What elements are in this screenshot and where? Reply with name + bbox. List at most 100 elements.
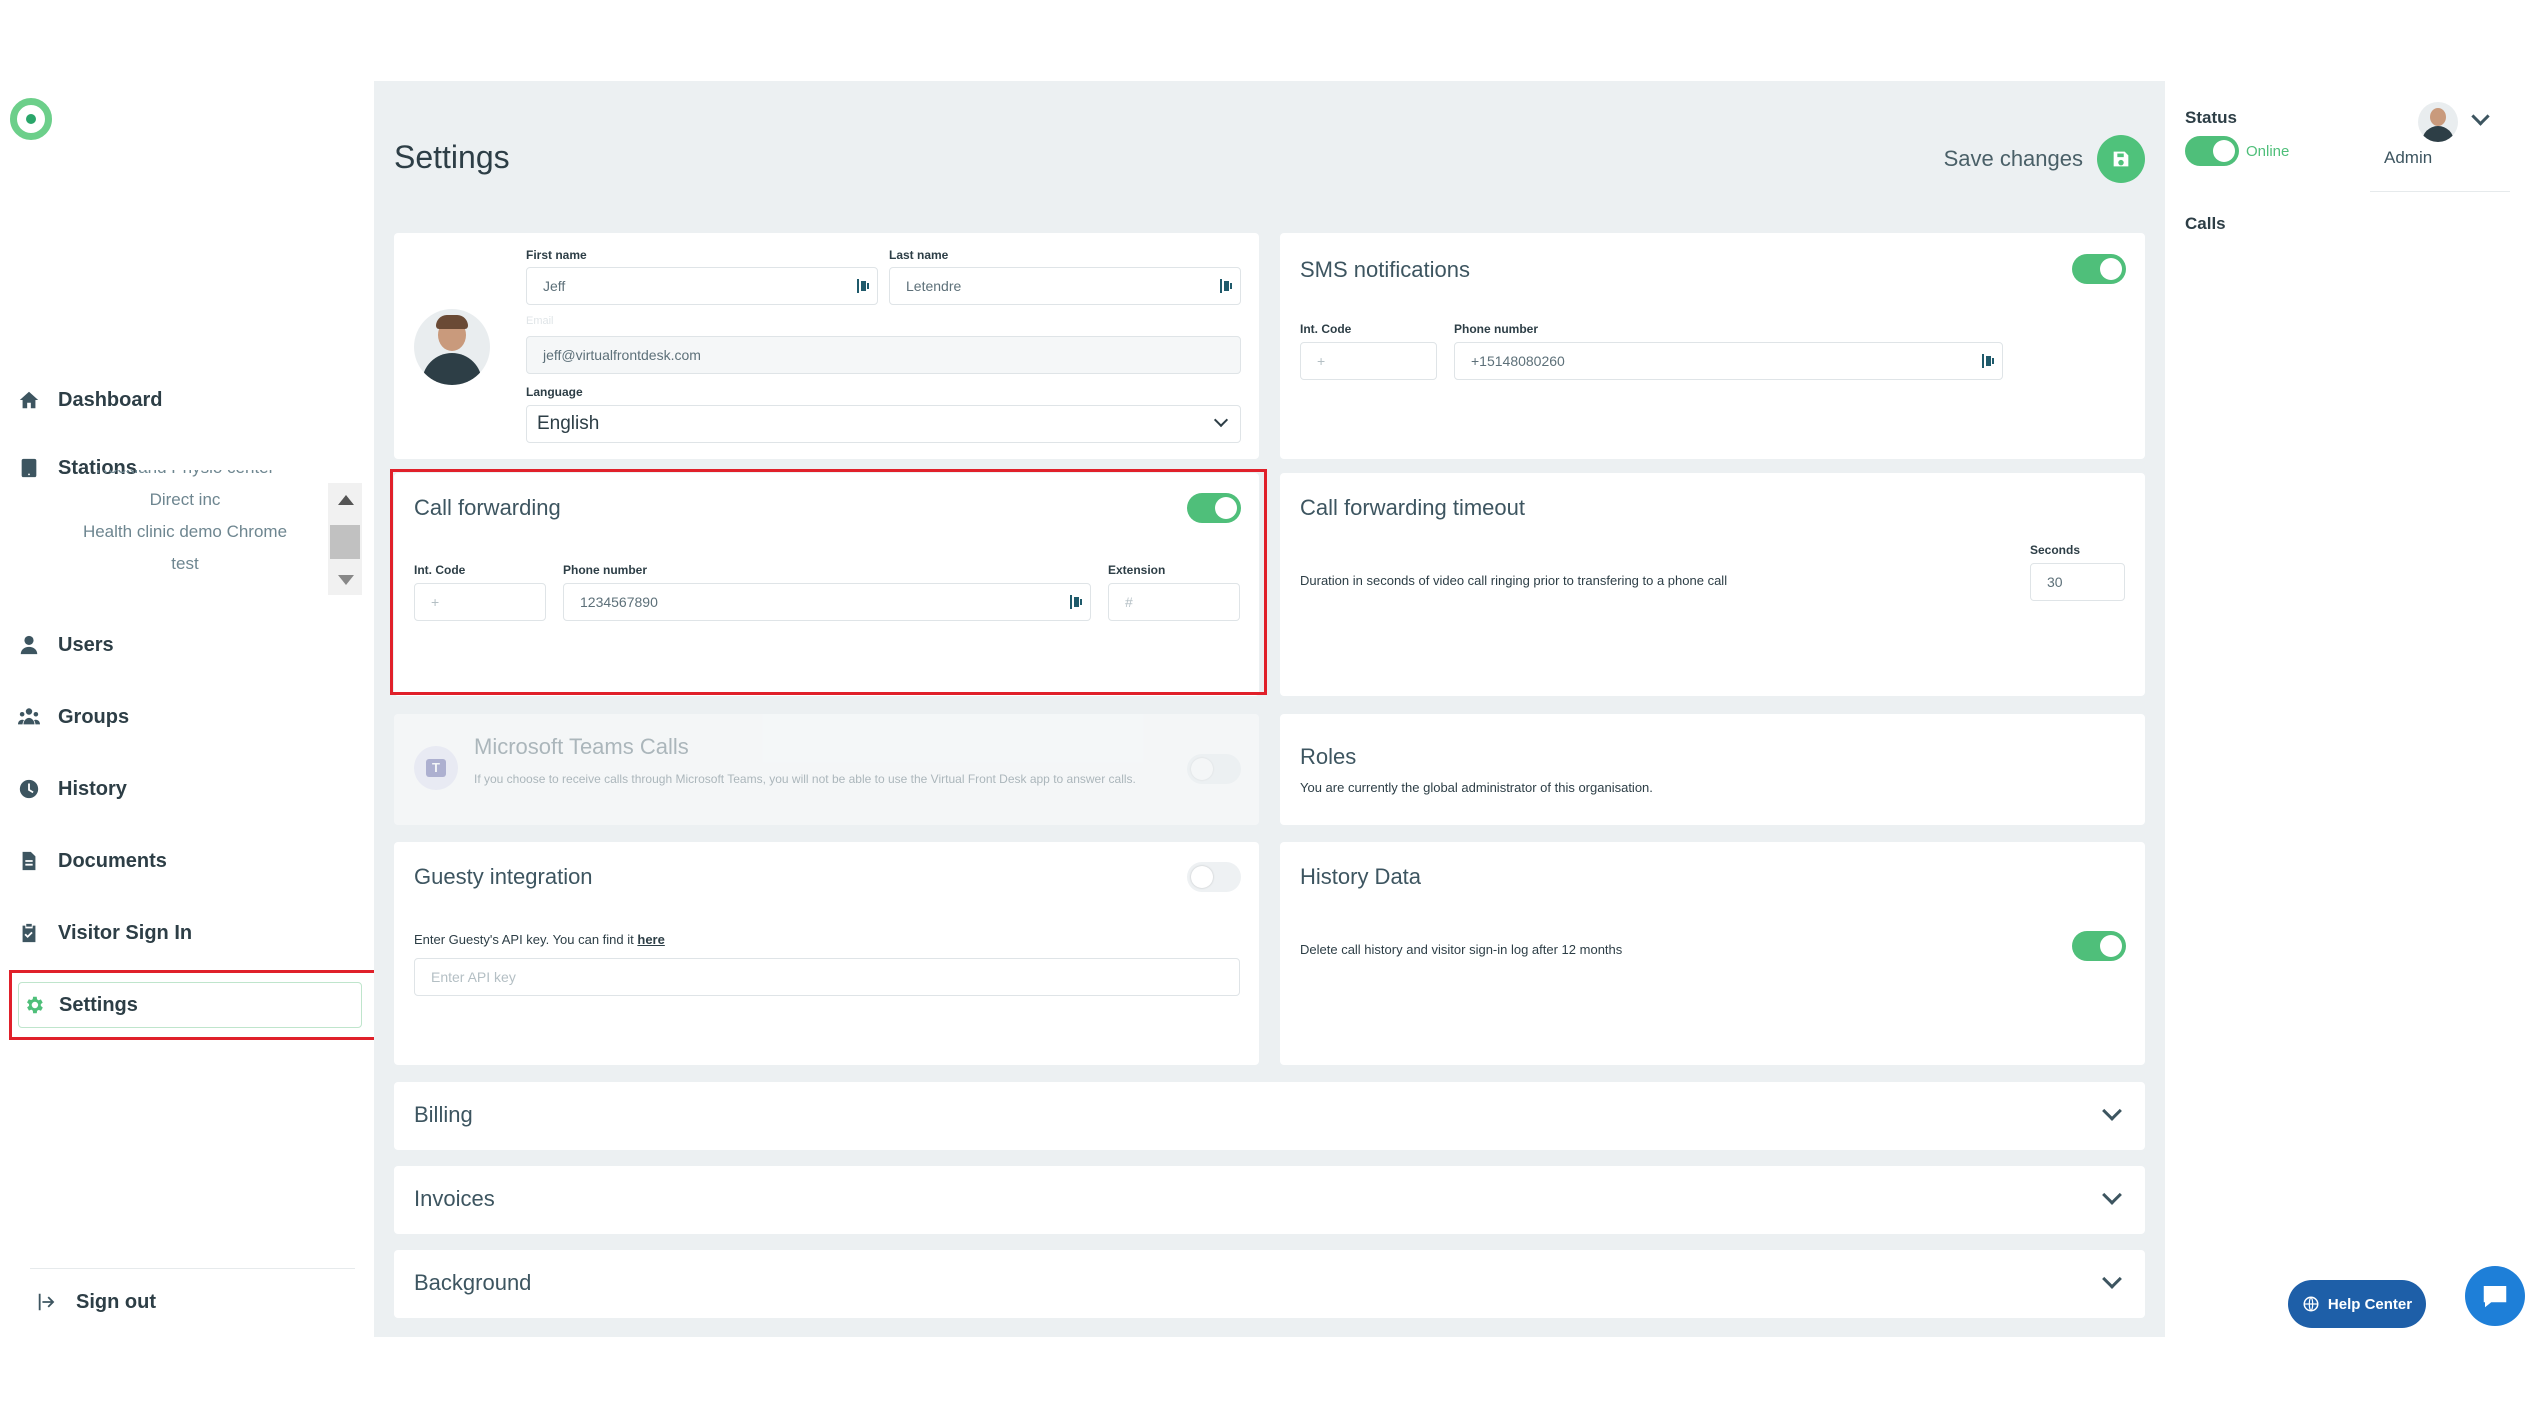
invoices-title: Invoices [414,1186,495,1211]
sidebar-item-label: Dashboard [58,388,163,411]
scroll-down-icon[interactable] [338,575,354,585]
sms-title: SMS notifications [1300,257,1470,282]
help-center-label: Help Center [2327,1295,2413,1313]
sidebar-item-visitor-sign-in[interactable]: Visitor Sign In [18,913,192,953]
background-section[interactable]: Background [394,1250,2145,1318]
seconds-label: Seconds [2030,543,2081,557]
app-logo-icon[interactable] [10,98,52,140]
teams-toggle[interactable] [1187,754,1241,784]
clipboard-check-icon [18,922,40,944]
guesty-here-link[interactable]: here [637,932,664,947]
status-online: Online [2246,143,2290,160]
email-label: Email [526,315,554,327]
guesty-toggle[interactable] [1187,862,1241,892]
station-item[interactable]: Direct inc [30,484,340,516]
sms-phone-value: +15148080260 [1471,353,1565,369]
sidebar-item-label: History [58,777,127,800]
chat-button[interactable] [2465,1266,2525,1326]
email-input[interactable]: jeff@virtualfrontdesk.com [526,336,1241,374]
help-center-button[interactable]: Help Center [2288,1280,2426,1328]
teams-description: If you choose to receive calls through M… [474,772,1136,786]
language-select[interactable]: English [526,405,1241,443]
divider [2370,191,2510,192]
save-label: Save changes [1943,146,2083,171]
last-name-label: Last name [889,248,949,262]
call-forwarding-highlight-box [390,469,1267,695]
chevron-down-icon [2102,1185,2122,1205]
first-name-label: First name [526,248,587,262]
avatar [414,309,490,385]
stations-scrollbar[interactable] [328,483,362,595]
guesty-api-key-placeholder: Enter API key [431,969,516,985]
guesty-title: Guesty integration [414,864,593,889]
invoices-section[interactable]: Invoices [394,1166,2145,1234]
history-data-title: History Data [1300,864,1422,889]
chevron-down-icon [2102,1269,2122,1289]
sidebar: Dashboard Stations Rockland Physio cente… [0,0,380,1417]
user-avatar[interactable] [2418,102,2458,142]
background-title: Background [414,1270,532,1295]
station-item[interactable]: Health clinic demo Chrome [30,516,340,548]
teams-icon: T [414,746,458,790]
station-item[interactable]: test [30,548,340,580]
sidebar-item-users[interactable]: Users [18,625,114,665]
globe-icon [2303,1296,2319,1312]
history-data-toggle[interactable] [2072,931,2126,961]
chevron-down-icon [2102,1101,2122,1121]
chat-bubble-icon [2483,1286,2507,1308]
email-value: jeff@virtualfrontdesk.com [543,347,701,363]
sidebar-item-groups[interactable]: Groups [18,697,129,737]
last-name-input[interactable]: Letendre [889,267,1241,305]
status-toggle[interactable] [2185,136,2239,166]
sidebar-item-label: Groups [58,705,130,728]
language-label: Language [526,385,583,399]
guesty-description: Enter Guesty's API key. You can find it … [414,932,665,947]
document-icon [18,850,40,872]
timeout-title: Call forwarding timeout [1300,495,1525,520]
stations-list: Rockland Physio center Direct inc Health… [30,470,340,595]
chevron-down-icon[interactable] [2471,107,2490,126]
profile-card: First name Jeff Last name Letendre Email… [394,233,1259,459]
contact-card-icon [1220,279,1232,293]
settings-highlight-box [9,970,380,1040]
sign-out-button[interactable]: Sign out [36,1282,156,1322]
sidebar-item-history[interactable]: History [18,769,127,809]
billing-section[interactable]: Billing [394,1082,2145,1150]
contact-card-icon [857,279,869,293]
contact-card-icon [1982,354,1994,368]
group-icon [18,706,40,728]
sms-phone-input[interactable]: +15148080260 [1454,342,2003,380]
sms-toggle[interactable] [2072,254,2126,284]
sms-phone-label: Phone number [1454,322,1539,336]
first-name-value: Jeff [543,278,566,294]
clock-icon [18,778,40,800]
first-name-input[interactable]: Jeff [526,267,878,305]
save-changes-button[interactable]: Save changes [1944,135,2145,183]
calls-label: Calls [2185,214,2226,233]
last-name-value: Letendre [906,278,962,294]
roles-title: Roles [1300,744,1357,769]
sign-out-label: Sign out [76,1290,156,1313]
sidebar-item-documents[interactable]: Documents [18,841,167,881]
page-title: Settings [394,139,510,175]
sign-out-icon [36,1291,58,1313]
billing-title: Billing [414,1102,473,1127]
sidebar-item-label: Documents [58,849,167,872]
status-label: Status [2185,108,2237,127]
teams-title: Microsoft Teams Calls [474,734,689,759]
guesty-api-key-input[interactable]: Enter API key [414,958,1240,996]
sms-int-code-input[interactable]: + [1300,342,1437,380]
chevron-down-icon [1213,412,1229,428]
sidebar-item-dashboard[interactable]: Dashboard [18,380,162,420]
history-data-description: Delete call history and visitor sign-in … [1300,942,1623,957]
scroll-up-icon[interactable] [338,495,354,505]
guesty-description-text: Enter Guesty's API key. You can find it [414,932,638,947]
sidebar-item-label: Users [58,633,114,656]
microsoft-teams-card: T Microsoft Teams Calls If you choose to… [394,714,1259,825]
save-icon [2097,135,2145,183]
seconds-input[interactable]: 30 [2030,563,2125,601]
scroll-thumb[interactable] [330,525,360,559]
station-item[interactable]: Rockland Physio center [30,470,340,484]
main-content: Settings Save changes First name Jeff La… [374,81,2165,1337]
divider [30,1268,355,1269]
